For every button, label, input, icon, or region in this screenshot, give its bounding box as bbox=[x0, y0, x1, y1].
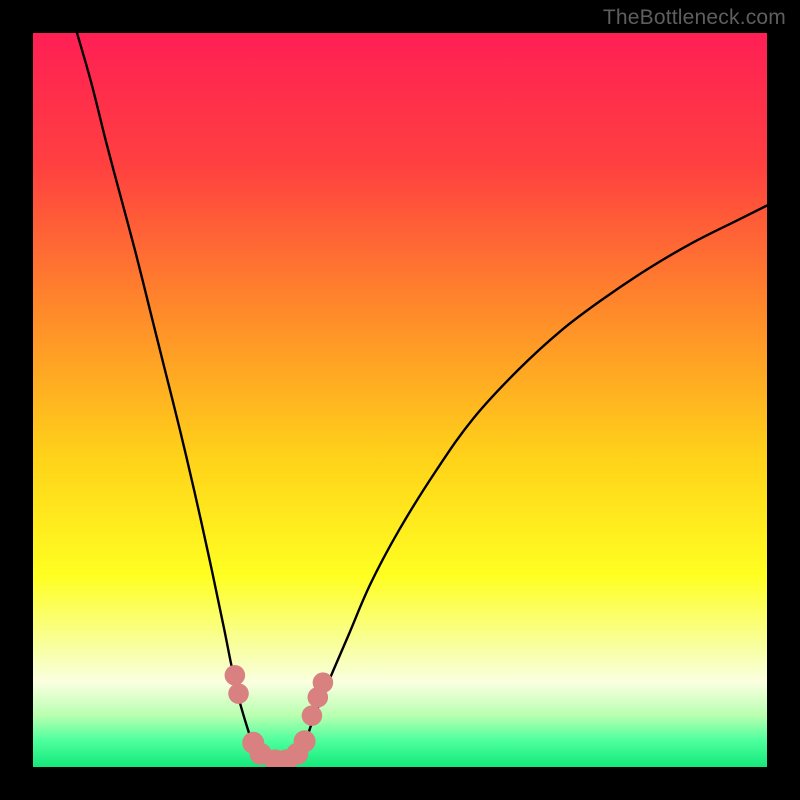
heatmap-background bbox=[33, 33, 767, 767]
chart-frame: TheBottleneck.com bbox=[0, 0, 800, 800]
plot-area bbox=[33, 33, 767, 767]
watermark-text: TheBottleneck.com bbox=[603, 6, 786, 30]
